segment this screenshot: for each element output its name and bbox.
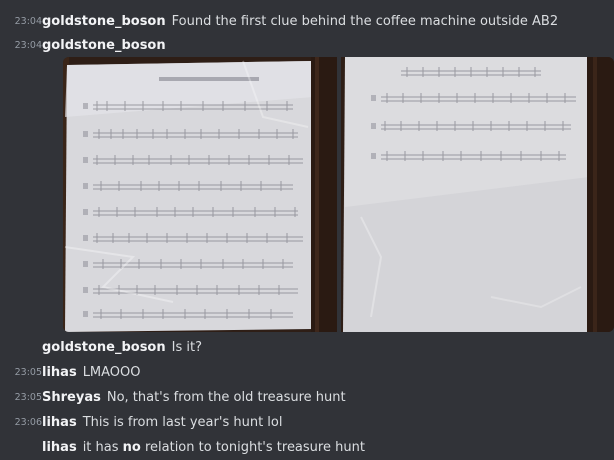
username[interactable]: goldstone_boson — [42, 337, 166, 359]
username[interactable]: Shreyas — [42, 387, 101, 409]
message-text: it has no relation to tonight's treasure… — [83, 437, 365, 459]
username[interactable]: lihas — [42, 412, 77, 434]
username[interactable]: lihas — [42, 437, 77, 459]
timestamp: 23:06 — [14, 417, 42, 428]
clue-sheet-photo-icon — [341, 57, 614, 332]
username[interactable]: goldstone_boson — [42, 11, 166, 33]
photo-clue-sheet-1[interactable] — [63, 57, 337, 332]
message-text-part: relation to tonight's treasure hunt — [140, 440, 365, 455]
message-row: 23:05 lihas LMAOOO — [0, 362, 141, 384]
username[interactable]: goldstone_boson — [42, 35, 166, 57]
message-row: 23:06 lihas This is from last year's hun… — [0, 412, 283, 434]
username[interactable]: lihas — [42, 362, 77, 384]
message-text-bold: no — [122, 440, 141, 455]
message-text-part: it has — [82, 440, 123, 455]
timestamp: 23:05 — [14, 367, 42, 378]
message-row: 23:04 goldstone_boson — [0, 35, 172, 57]
message-row: lihas it has no relation to tonight's tr… — [0, 437, 365, 459]
timestamp: 23:04 — [14, 16, 42, 27]
message-row: 23:05 Shreyas No, that's from the old tr… — [0, 387, 346, 409]
photo-clue-sheet-2[interactable] — [341, 57, 614, 332]
message-text: No, that's from the old treasure hunt — [106, 390, 346, 405]
timestamp: 23:04 — [14, 40, 42, 51]
message-row: 23:04 goldstone_boson Found the first cl… — [0, 11, 559, 33]
message-text: This is from last year's hunt lol — [82, 415, 283, 430]
message-text: Is it? — [171, 340, 202, 355]
message-text: Found the first clue behind the coffee m… — [171, 14, 559, 29]
message-row: goldstone_boson Is it? — [0, 337, 202, 359]
chat-messages: 23:04 goldstone_boson Found the first cl… — [0, 0, 614, 460]
timestamp: 23:05 — [14, 392, 42, 403]
image-attachments — [63, 57, 614, 332]
clue-sheet-photo-icon — [63, 57, 337, 332]
message-text: LMAOOO — [82, 365, 141, 380]
